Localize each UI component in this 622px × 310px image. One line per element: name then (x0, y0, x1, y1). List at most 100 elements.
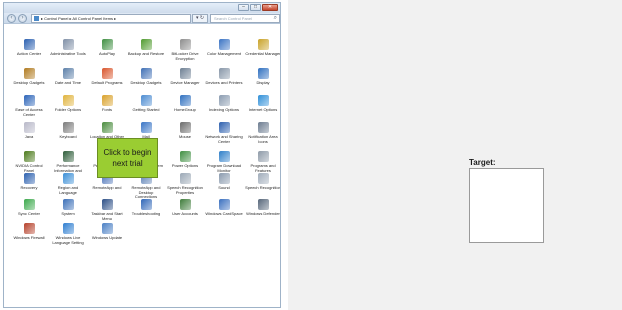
forward-button[interactable]: › (18, 14, 27, 23)
fonts-icon (101, 95, 113, 106)
cp-item-sound[interactable]: Sound (205, 173, 243, 191)
cp-item-printer[interactable]: Devices and Printers (205, 68, 243, 86)
notification-icon (257, 122, 269, 133)
homegroup-icon (179, 95, 191, 106)
cp-item-windows-live[interactable]: Windows Live Language Setting (49, 223, 87, 245)
cp-item-microphone[interactable]: Speech Recognition (244, 173, 281, 191)
cp-item-label: Speech Recognition Properties (167, 185, 203, 195)
cp-item-label: Windows Firewall (13, 235, 45, 240)
cp-item-display[interactable]: Display (244, 68, 280, 86)
cp-item-label: Recovery (20, 185, 38, 190)
begin-trial-label: Click to begin next trial (103, 147, 153, 169)
cp-item-tools[interactable]: Administrative Tools (49, 39, 87, 57)
navigation-bar: ‹ › ▸ Control Panel ▸ All Control Panel … (4, 13, 280, 24)
cp-item-color[interactable]: Color Management (205, 39, 243, 57)
gadgets-icon (23, 68, 35, 79)
location-icon (101, 122, 113, 133)
cp-item-label: RemoteApp and (92, 185, 122, 190)
cp-item-firewall[interactable]: Windows Firewall (10, 223, 48, 241)
cp-item-label: AutoPlay (98, 51, 115, 56)
cp-item-network[interactable]: Network and Sharing Center (205, 122, 243, 144)
begin-trial-button[interactable]: Click to begin next trial (97, 138, 158, 178)
microphone-icon (257, 173, 269, 184)
device-manager-icon (179, 68, 191, 79)
cp-item-gadgets[interactable]: Desktop Gadgets (10, 68, 48, 86)
indexing-icon (218, 95, 230, 106)
cp-item-label: Internet Options (248, 107, 278, 112)
clock-icon (62, 68, 74, 79)
programs-icon (257, 151, 269, 162)
cp-item-indexing[interactable]: Indexing Options (205, 95, 243, 113)
cp-item-troubleshooting[interactable]: Troubleshooting (127, 199, 165, 217)
cp-item-speech[interactable]: Speech Recognition Properties (166, 173, 204, 195)
cp-item-cardspace[interactable]: Windows CardSpace (205, 199, 243, 217)
cp-item-label: NVIDIA Control Panel (15, 163, 43, 173)
cp-item-clock[interactable]: Date and Time (49, 68, 87, 86)
cp-item-keyboard[interactable]: Keyboard (49, 122, 87, 140)
gadgets-icon (140, 68, 152, 79)
close-button[interactable]: ✕ (262, 4, 278, 11)
cp-item-default-programs[interactable]: Default Programs (88, 68, 126, 86)
cp-item-label: Sync Center (17, 211, 40, 216)
cp-item-defender[interactable]: Windows Defender (244, 199, 280, 217)
cp-item-user-accounts[interactable]: User Accounts (166, 199, 204, 217)
cp-item-ease[interactable]: Ease of Access Center (10, 95, 48, 117)
control-panel-icon (34, 16, 39, 21)
cp-item-label: User Accounts (172, 211, 198, 216)
cp-item-system[interactable]: System (49, 199, 87, 217)
cp-item-sync[interactable]: Sync Center (10, 199, 48, 217)
address-bar[interactable]: ▸ Control Panel ▸ All Control Panel Item… (31, 14, 191, 23)
cp-item-autoplay[interactable]: AutoPlay (88, 39, 126, 57)
cp-item-flag[interactable]: Action Center (10, 39, 48, 57)
cp-item-fonts[interactable]: Fonts (88, 95, 126, 113)
color-icon (218, 39, 230, 50)
cp-item-programs[interactable]: Programs and Features (244, 151, 280, 173)
back-button[interactable]: ‹ (7, 14, 16, 23)
cp-item-java[interactable]: Java (10, 122, 48, 140)
search-input[interactable]: Search Control Panel ⌕ (210, 14, 280, 23)
cp-item-label: Sound (218, 185, 230, 190)
cp-item-label: Ease of Access Center (15, 107, 43, 117)
cp-item-label: Speech Recognition (245, 185, 281, 190)
refresh-button[interactable]: ▾ ↻ (192, 14, 208, 23)
cp-item-backup[interactable]: Backup and Restore (127, 39, 165, 57)
cp-item-notification[interactable]: Notification Area Icons (244, 122, 280, 144)
experiment-stage: – □ ✕ ‹ › ▸ Control Panel ▸ All Control … (0, 0, 622, 310)
cp-item-mail[interactable]: Mail (127, 122, 165, 140)
cp-item-label: BitLocker Drive Encryption (171, 51, 199, 61)
default-programs-icon (101, 68, 113, 79)
windows-update-icon (101, 223, 113, 234)
defender-icon (257, 199, 269, 210)
cp-item-internet[interactable]: Internet Options (244, 95, 280, 113)
cp-item-gadgets[interactable]: Desktop Gadgets (127, 68, 165, 86)
cp-item-bitlocker[interactable]: BitLocker Drive Encryption (166, 39, 204, 61)
cp-item-power[interactable]: Power Options (166, 151, 204, 169)
cp-item-label: Taskbar and Start Menu (91, 211, 123, 221)
cp-item-label: RemoteApp and Desktop Connections (131, 185, 161, 200)
cp-item-homegroup[interactable]: HomeGroup (166, 95, 204, 113)
cp-item-nvidia[interactable]: NVIDIA Control Panel (10, 151, 48, 173)
begin-trial-line1: Click to begin (103, 148, 152, 157)
printer-icon (218, 68, 230, 79)
cp-item-mouse[interactable]: Mouse (166, 122, 204, 140)
cp-item-label: Action Center (16, 51, 42, 56)
cp-item-taskbar[interactable]: Taskbar and Start Menu (88, 199, 126, 221)
keyboard-icon (62, 122, 74, 133)
network-icon (218, 122, 230, 133)
cp-item-label: Program Download Monitor (206, 163, 242, 173)
cp-item-windows-update[interactable]: Windows Update (88, 223, 126, 241)
cp-item-folder[interactable]: Folder Options (49, 95, 87, 113)
cp-item-recovery[interactable]: Recovery (10, 173, 48, 191)
cardspace-icon (218, 199, 230, 210)
cp-item-label: Fonts (101, 107, 112, 112)
cp-item-region[interactable]: Region and Language (49, 173, 87, 195)
cp-item-label: Region and Language (57, 185, 79, 195)
cp-item-download[interactable]: Program Download Monitor (205, 151, 243, 173)
cp-item-credential[interactable]: Credential Manager (244, 39, 280, 57)
maximize-button[interactable]: □ (250, 4, 261, 11)
minimize-button[interactable]: – (238, 4, 249, 11)
cp-item-device-manager[interactable]: Device Manager (166, 68, 204, 86)
cp-item-getting-started[interactable]: Getting Started (127, 95, 165, 113)
cp-item-label: HomeGroup (174, 107, 196, 112)
windows-live-icon (62, 223, 74, 234)
